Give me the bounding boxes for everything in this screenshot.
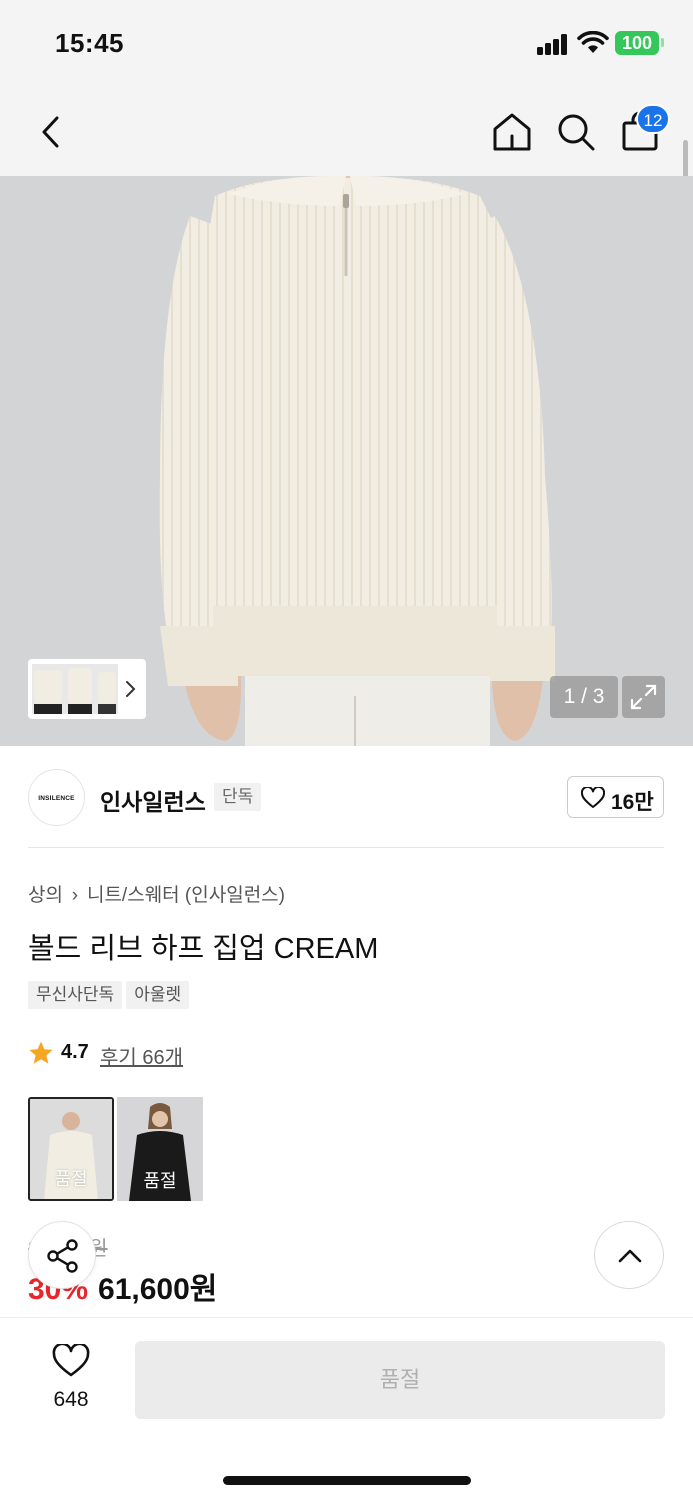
brand-logo[interactable]: INSILENCE (28, 769, 85, 826)
wifi-icon (577, 31, 609, 53)
star-icon (29, 1041, 53, 1064)
heart-icon (52, 1344, 90, 1377)
share-button[interactable] (28, 1221, 96, 1289)
option-soldout-label: 품절 (54, 1169, 88, 1189)
status-bar: 15:45 100 (0, 0, 693, 88)
cellular-signal-icon (537, 33, 569, 55)
wishlist-button[interactable]: 648 (32, 1342, 110, 1422)
rating-value: 4.7 (61, 1041, 89, 1063)
back-arrow-icon[interactable] (30, 110, 70, 154)
battery-level: 100 (615, 31, 659, 55)
share-icon (47, 1239, 78, 1273)
review-count-link[interactable]: 후기 66개 (100, 1041, 183, 1070)
option-soldout-label: 품절 (143, 1171, 177, 1191)
product-title: 볼드 리브 하프 집업 CREAM (28, 933, 379, 965)
nav-bar: 12 (0, 88, 693, 176)
breadcrumb-separator-icon: › (71, 885, 79, 906)
breadcrumb-category[interactable]: 상의 (28, 885, 63, 906)
expand-icon (630, 684, 657, 710)
product-tag: 무신사단독 (28, 981, 123, 1009)
brand-name[interactable]: 인사일런스 (100, 783, 206, 817)
heart-icon (581, 787, 605, 808)
breadcrumb: 상의 › 니트/스웨터 (인사일런스) (28, 880, 285, 907)
cart-count-badge: 12 (636, 104, 670, 134)
color-option-cream[interactable]: 품절 (28, 1097, 114, 1201)
expand-image-button[interactable] (622, 676, 665, 718)
home-indicator[interactable] (223, 1476, 471, 1485)
bottom-action-bar: 648 품절 (0, 1317, 693, 1500)
scroll-top-button[interactable] (594, 1221, 664, 1289)
home-icon[interactable] (490, 110, 534, 154)
chevron-up-icon (618, 1249, 642, 1263)
sale-price: 61,600원 (98, 1273, 218, 1306)
product-tags: 무신사단독 아울렛 (28, 981, 193, 1009)
product-image-gallery[interactable]: 1 / 3 (0, 176, 693, 746)
color-option-black[interactable]: 품절 (117, 1097, 203, 1201)
search-icon[interactable] (554, 110, 598, 154)
chevron-right-icon (126, 681, 136, 697)
image-page-counter: 1 / 3 (550, 676, 618, 718)
thumbnail-images (32, 664, 118, 714)
battery-tip (661, 38, 664, 47)
thumbnail-strip[interactable] (28, 659, 146, 719)
status-time: 15:45 (55, 28, 124, 58)
divider (28, 847, 664, 848)
wishlist-count: 648 (53, 1388, 89, 1411)
product-tag: 아울렛 (126, 981, 190, 1009)
soldout-button[interactable]: 품절 (135, 1341, 665, 1419)
brand-like-count: 16만 (611, 791, 654, 814)
brand-like-button[interactable]: 16만 (567, 776, 664, 818)
exclusive-tag: 단독 (214, 783, 262, 811)
breadcrumb-subcategory[interactable]: 니트/스웨터 (인사일런스) (87, 885, 285, 906)
